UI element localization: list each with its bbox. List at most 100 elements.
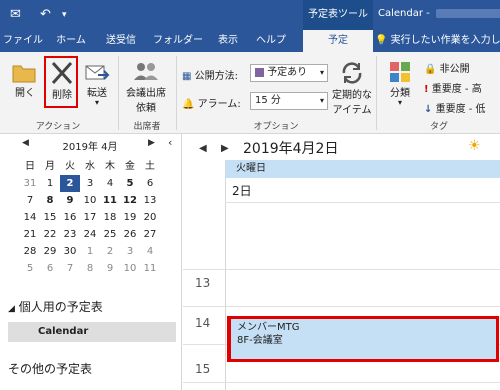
calendar-day[interactable]: 4 (140, 243, 160, 260)
calendar-day[interactable]: 28 (20, 243, 40, 260)
calendar-day[interactable]: 17 (80, 209, 100, 226)
calendar-day[interactable]: 8 (80, 260, 100, 277)
calendar-item-calendar[interactable]: Calendar (8, 322, 176, 342)
chevron-down-icon: ▾ (319, 68, 324, 77)
calendar-day[interactable]: 14 (20, 209, 40, 226)
calendar-day[interactable]: 30 (60, 243, 80, 260)
tab-send-receive[interactable]: 送受信 (96, 30, 146, 52)
calendar-day[interactable]: 27 (140, 226, 160, 243)
collapse-pane-icon[interactable]: ‹ (168, 136, 172, 149)
calendar-day[interactable]: 11 (140, 260, 160, 277)
calendar-day[interactable]: 6 (140, 175, 160, 192)
calendar-day[interactable]: 23 (60, 226, 80, 243)
other-calendars-group[interactable]: その他の予定表 (8, 360, 92, 377)
calendar-week-row: 7 8 9 10 11 12 13 (20, 192, 160, 209)
attendees-icon (134, 63, 158, 80)
my-calendars-group[interactable]: ◢ 個人用の予定表 (8, 298, 103, 315)
open-label: 開く (15, 88, 35, 99)
calendar-day[interactable]: 8 (40, 192, 60, 209)
mini-calendar: 日 月 火 水 木 金 土 31 1 2 3 4 5 6 7 8 9 10 11… (20, 158, 160, 277)
reminder-dropdown[interactable]: 15 分 ▾ (250, 92, 328, 110)
group-label-attendees: 出席者 (133, 122, 161, 132)
tab-help[interactable]: ヘルプ (250, 30, 292, 52)
busy-color-swatch (255, 67, 264, 77)
low-importance-button[interactable]: ↓ 重要度 - 低 (424, 100, 486, 115)
chevron-down-icon: ▾ (319, 96, 324, 105)
calendar-day[interactable]: 15 (40, 209, 60, 226)
next-day-icon[interactable]: ▶ (221, 143, 229, 154)
hour-line (183, 382, 500, 383)
recurrence-button[interactable]: 定期的な アイテム (330, 60, 374, 116)
calendar-day[interactable]: 1 (40, 175, 60, 192)
calendar-day[interactable]: 12 (120, 192, 140, 209)
calendar-week-row: 21 22 23 24 25 26 27 (20, 226, 160, 243)
open-button[interactable]: 開く (6, 60, 44, 99)
calendar-day[interactable]: 20 (140, 209, 160, 226)
all-day-divider (225, 202, 500, 203)
calendar-day[interactable]: 3 (120, 243, 140, 260)
calendar-day[interactable]: 21 (20, 226, 40, 243)
calendar-day[interactable]: 6 (40, 260, 60, 277)
high-importance-button[interactable]: ! 重要度 - 高 (424, 80, 482, 95)
reminder-label: 🔔 アラーム: (182, 95, 241, 110)
hour-label: 14 (195, 316, 211, 330)
window-title-text: Calendar - (378, 8, 433, 19)
ribbon-separator (118, 56, 119, 130)
private-label: 非公開 (439, 64, 470, 75)
forward-button[interactable]: 転送 ▾ (82, 60, 112, 107)
day-number: 2日 (232, 184, 252, 198)
prev-day-icon[interactable]: ◀ (199, 143, 207, 154)
calendar-day[interactable]: 10 (120, 260, 140, 277)
next-month-icon[interactable]: ▶ (148, 138, 155, 148)
calendar-day[interactable]: 13 (140, 192, 160, 209)
navigation-pane: ◀ 2019年 4月 ▶ ‹ 日 月 火 水 木 金 土 31 1 2 3 4 … (0, 134, 182, 390)
quick-access-dropdown-icon[interactable]: ▾ (62, 10, 67, 20)
hour-line (183, 269, 500, 270)
calendar-day[interactable]: 25 (100, 226, 120, 243)
calendar-day[interactable]: 19 (120, 209, 140, 226)
calendar-day[interactable]: 24 (80, 226, 100, 243)
meeting-request-button[interactable]: 会議出席 依頼 (122, 60, 170, 114)
calendar-day[interactable]: 31 (20, 175, 40, 192)
tab-home[interactable]: ホーム (50, 30, 92, 52)
calendar-day[interactable]: 18 (100, 209, 120, 226)
tab-folder[interactable]: フォルダー (150, 30, 206, 52)
calendar-day[interactable]: 11 (100, 192, 120, 209)
calendar-day[interactable]: 2 (100, 243, 120, 260)
recurrence-label-line2: アイテム (332, 105, 372, 116)
show-as-dropdown[interactable]: 予定あり ▾ (250, 64, 328, 82)
categorize-button[interactable]: 分類 ▾ (382, 60, 418, 107)
calendar-day[interactable]: 9 (60, 192, 80, 209)
undo-icon[interactable]: ↶ (40, 7, 51, 22)
tab-appointment[interactable]: 予定 (303, 30, 373, 52)
calendar-day[interactable]: 22 (40, 226, 60, 243)
weekday-label: 水 (85, 161, 95, 172)
sun-weather-icon: ☀ (468, 138, 481, 154)
calendar-day[interactable]: 29 (40, 243, 60, 260)
low-importance-label: 重要度 - 低 (435, 104, 486, 115)
recurrence-icon (342, 62, 362, 84)
recurrence-label-line1: 定期的な (332, 90, 372, 101)
calendar-day[interactable]: 7 (20, 192, 40, 209)
calendar-day[interactable]: 5 (120, 175, 140, 192)
calendar-day-selected[interactable]: 2 (60, 175, 80, 192)
calendar-day[interactable]: 9 (100, 260, 120, 277)
meeting-label-line1: 会議出席 (126, 88, 166, 99)
tab-file[interactable]: ファイル (0, 30, 46, 52)
calendar-view: ◀ ▶ 2019年4月2日 ☀ 火曜日 2日 13 14 15 メンバーMTG … (183, 134, 500, 390)
calendar-day[interactable]: 5 (20, 260, 40, 277)
tab-view[interactable]: 表示 (210, 30, 246, 52)
calendar-day[interactable]: 16 (60, 209, 80, 226)
appointment[interactable]: メンバーMTG 8F-会議室 (227, 316, 499, 362)
collapse-triangle-icon: ◢ (8, 304, 15, 314)
calendar-day[interactable]: 1 (80, 243, 100, 260)
calendar-day[interactable]: 4 (100, 175, 120, 192)
show-as-icon: ▦ (182, 71, 192, 82)
tell-me-search[interactable]: 💡 実行したい作業を入力し (375, 30, 500, 52)
calendar-day[interactable]: 10 (80, 192, 100, 209)
private-button[interactable]: 🔒 非公開 (424, 60, 470, 75)
calendar-week-row: 31 1 2 3 4 5 6 (20, 175, 160, 192)
calendar-day[interactable]: 3 (80, 175, 100, 192)
calendar-day[interactable]: 7 (60, 260, 80, 277)
calendar-day[interactable]: 26 (120, 226, 140, 243)
